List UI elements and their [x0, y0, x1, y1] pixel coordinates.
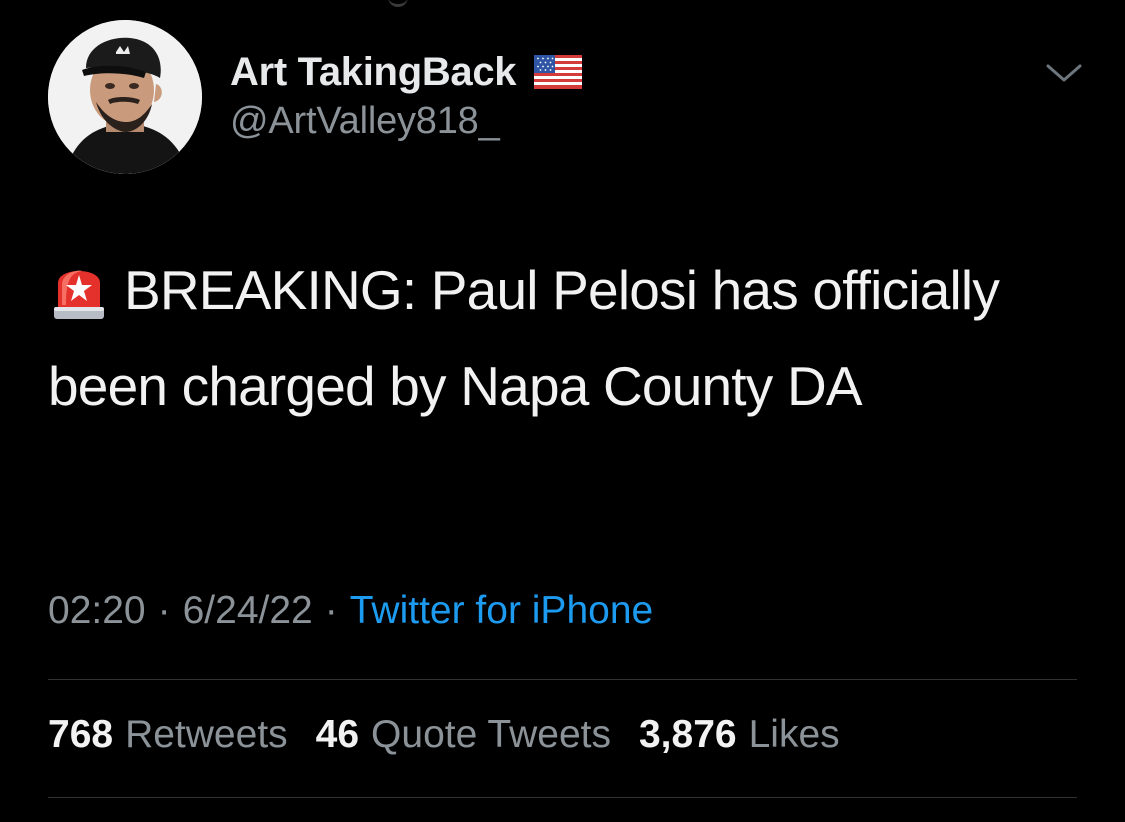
likes-count: 3,876: [638, 713, 737, 756]
tweet-time[interactable]: 02:20: [48, 589, 146, 633]
divider: [48, 797, 1077, 798]
previous-content-fragment: [388, 0, 408, 7]
quote-tweets-label: Quote Tweets: [371, 713, 611, 756]
retweets-stat[interactable]: 768 Retweets: [48, 713, 288, 757]
retweets-count: 768: [48, 713, 114, 756]
avatar[interactable]: [48, 20, 202, 174]
divider: [48, 679, 1077, 680]
quote-tweets-count: 46: [315, 713, 360, 756]
meta-separator: ·: [324, 589, 338, 632]
retweets-label: Retweets: [125, 713, 288, 756]
likes-stat[interactable]: 3,876 Likes: [639, 713, 840, 757]
tweet-text: BREAKING: Paul Pelosi has officially bee…: [48, 259, 1000, 417]
tweet-source-link[interactable]: Twitter for iPhone: [350, 589, 653, 633]
tweet-body: BREAKING: Paul Pelosi has officially bee…: [48, 242, 1078, 434]
likes-label: Likes: [748, 713, 840, 756]
meta-separator: ·: [157, 589, 171, 632]
display-name-row: Art TakingBack: [230, 46, 583, 98]
user-handle[interactable]: @ArtValley818_: [230, 100, 582, 143]
author-block[interactable]: Art TakingBack @ArtValley818_: [230, 46, 583, 143]
tweet-meta: 02:20 · 6/24/22 · Twitter for iPhone: [48, 589, 653, 633]
chevron-down-icon[interactable]: [1044, 58, 1084, 88]
profile-avatar-illustration: [48, 20, 202, 174]
quote-tweets-stat[interactable]: 46 Quote Tweets: [316, 713, 611, 757]
police-siren-icon: [54, 270, 104, 319]
tweet-date[interactable]: 6/24/22: [183, 589, 313, 633]
us-flag-icon: [534, 55, 583, 89]
engagement-stats: 768 Retweets 46 Quote Tweets 3,876 Likes: [48, 713, 868, 757]
display-name[interactable]: Art TakingBack: [230, 50, 517, 95]
tweet-detail: Art TakingBack @ArtValley818_ BREAKING: …: [0, 0, 1125, 822]
